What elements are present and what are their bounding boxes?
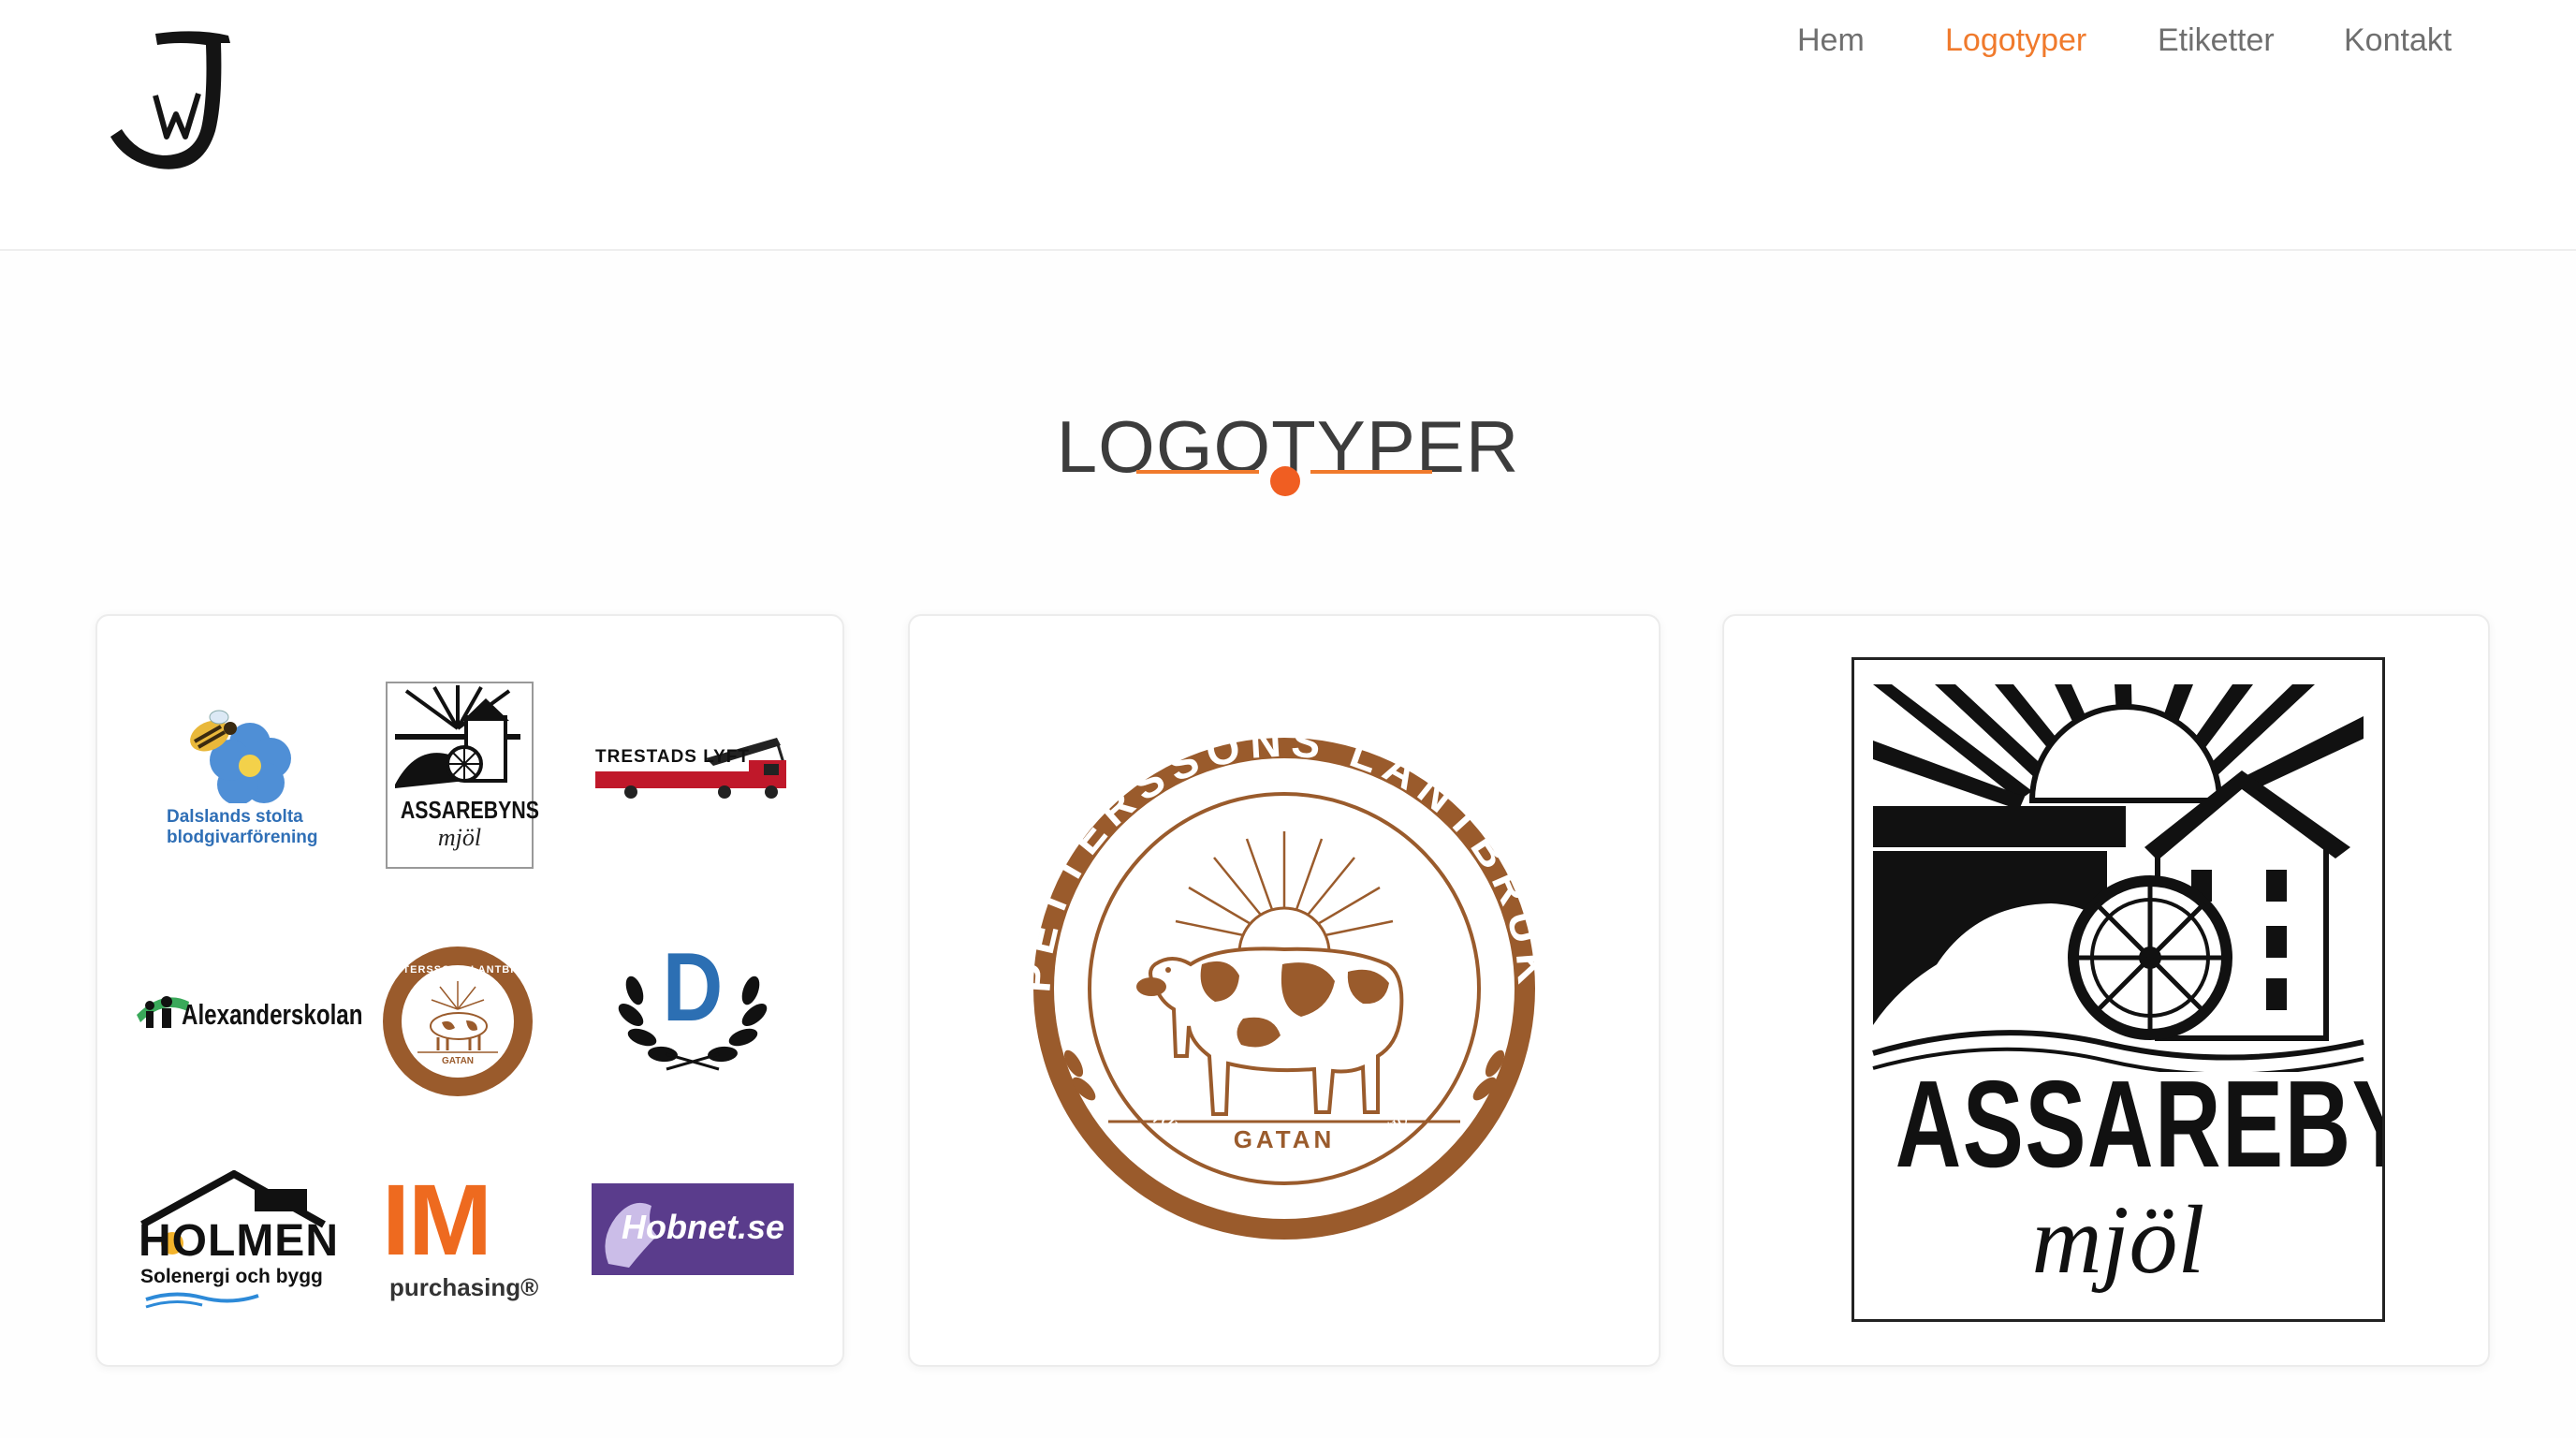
d-laurel-logo: D [610,933,775,1084]
holmen-logo: HOLMEN Solenergi och bygg [137,1169,338,1311]
nav-hem[interactable]: Hem [1797,22,1865,59]
alexanderskolan-logo: Alexanderskolan [135,983,363,1039]
watermill-icon [1872,684,2364,1077]
hobnet-logo: Hobnet.se [592,1183,794,1275]
assarebyns-small-logo: ASSAREBYNS mjöl [386,682,539,869]
nav-logotyper[interactable]: Logotyper [1945,22,2086,59]
dalsland-logo: Dalslands stolta blodgivarförening [163,700,318,859]
portfolio-card-assarebyns[interactable]: ASSAREBYNS mjöl [1722,614,2490,1367]
site-logo[interactable] [105,26,245,178]
site-header: Hem Logotyper Etiketter Kontakt [0,0,2576,251]
mill-icon [395,685,520,788]
title-divider-dot [1270,466,1300,496]
assarebyns-logo-frame: ASSAREBYNS mjöl [1852,657,2385,1322]
title-divider-left [1136,470,1259,474]
nav-kontakt[interactable]: Kontakt [2344,22,2452,59]
title-divider-right [1310,470,1432,474]
petterssons-small-logo: PETTERSSONS LANTBRUK GATAN [380,944,535,1099]
nav-etiketter[interactable]: Etiketter [2158,22,2275,59]
portfolio-card-petterssons-lantbruk[interactable]: PETTERSSONS LANTBRUK GATAN ett familjefö… [908,614,1661,1367]
petterssons-seal: PETTERSSONS LANTBRUK GATAN ett familjefö… [1010,716,1550,1240]
portfolio-card-logo-collection[interactable]: Dalslands stolta blodgivarförening ASSAR… [95,614,844,1367]
trestads-logo: TRESTADS LYFT [593,728,792,803]
im-purchasing-logo: IM purchasing® [382,1163,539,1301]
bee-flower-icon [190,710,291,805]
